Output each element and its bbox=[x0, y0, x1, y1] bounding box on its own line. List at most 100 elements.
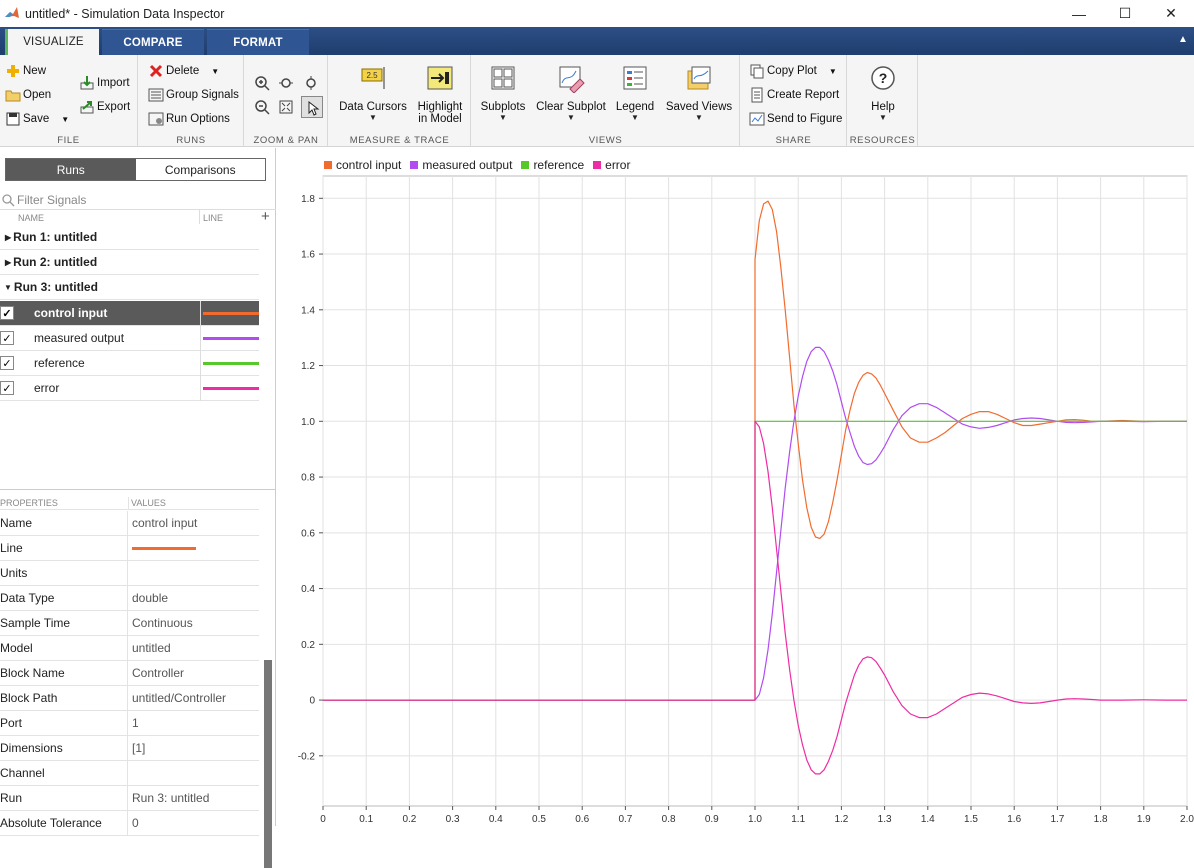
data-cursors-dropdown-icon: ▼ bbox=[369, 113, 377, 122]
property-row-dimensions[interactable]: Dimensions [1] bbox=[0, 735, 259, 761]
properties-scrollbar[interactable] bbox=[264, 660, 272, 868]
runs-comparisons-toggle: Runs Comparisons bbox=[5, 158, 266, 181]
line-swatch[interactable] bbox=[200, 301, 259, 326]
help-button[interactable]: ? Help ▼ bbox=[858, 63, 908, 122]
comparisons-segment[interactable]: Comparisons bbox=[136, 159, 266, 180]
close-button[interactable]: ✕ bbox=[1148, 0, 1194, 27]
highlight-in-model-button[interactable]: Highlight in Model bbox=[415, 63, 465, 125]
line-color-sample bbox=[203, 337, 259, 340]
x-tick-label: 1.5 bbox=[964, 814, 978, 825]
data-cursors-button[interactable]: 2.5 Data Cursors ▼ bbox=[339, 63, 407, 122]
zoom-x-icon[interactable] bbox=[278, 75, 294, 91]
open-button[interactable]: Open bbox=[5, 87, 51, 103]
run-options-icon bbox=[148, 112, 164, 126]
signal-checkbox[interactable]: ✓ bbox=[0, 306, 14, 320]
property-value: untitled/Controller bbox=[132, 691, 227, 705]
property-key: Block Name bbox=[0, 660, 128, 686]
property-row-block-name[interactable]: Block Name Controller bbox=[0, 660, 259, 686]
zoom-in-icon[interactable] bbox=[254, 75, 270, 91]
delete-button[interactable]: Delete ▼ bbox=[148, 63, 219, 79]
collapse-ribbon-icon[interactable]: ▲ bbox=[1178, 35, 1188, 45]
saved-views-button[interactable]: Saved Views ▼ bbox=[664, 63, 734, 122]
property-row-run[interactable]: Run Run 3: untitled bbox=[0, 785, 259, 811]
signal-row-error[interactable]: ✓ error bbox=[0, 376, 259, 401]
import-button[interactable]: Import bbox=[79, 75, 130, 91]
panel-splitter[interactable] bbox=[0, 489, 276, 490]
zoom-out-icon[interactable] bbox=[254, 99, 270, 115]
resources-section: ? Help ▼ RESOURCES bbox=[848, 55, 918, 147]
line-color-sample bbox=[203, 387, 259, 390]
data-cursor-value: 2.5 bbox=[366, 71, 378, 80]
legend-button[interactable]: Legend ▼ bbox=[614, 63, 656, 122]
signal-row-reference[interactable]: ✓ reference bbox=[0, 351, 259, 376]
title-bar: untitled* - Simulation Data Inspector — … bbox=[0, 0, 1194, 27]
line-swatch[interactable] bbox=[200, 376, 259, 401]
signal-checkbox[interactable]: ✓ bbox=[0, 381, 14, 395]
filter-signals-field[interactable]: Filter Signals bbox=[0, 190, 276, 210]
expand-icon[interactable]: ▶ bbox=[5, 258, 11, 267]
maximize-button[interactable]: ☐ bbox=[1102, 0, 1148, 27]
runs-section-label: RUNS bbox=[176, 135, 206, 146]
save-button[interactable]: Save ▼ bbox=[5, 111, 69, 127]
property-row-name[interactable]: Name control input bbox=[0, 510, 259, 536]
send-to-figure-button[interactable]: Send to Figure bbox=[749, 111, 842, 127]
tab-format[interactable]: FORMAT bbox=[207, 29, 309, 55]
signal-checkbox[interactable]: ✓ bbox=[0, 356, 14, 370]
signal-plot[interactable]: 0 0.1 0.2 0.3 0.4 0.5 0.6 0.7 0.8 0.9 1.0 1.1 1.2 1.3… bbox=[282, 148, 1194, 826]
tab-visualize[interactable]: VISUALIZE bbox=[5, 29, 99, 55]
expand-icon[interactable]: ▶ bbox=[5, 233, 11, 242]
measure-trace-section: 2.5 Data Cursors ▼ Highlight in Model ME… bbox=[329, 55, 471, 147]
property-key: Channel bbox=[0, 760, 128, 786]
runs-section: Delete ▼ Group Signals Run Options RUNS bbox=[139, 55, 244, 147]
group-signals-icon bbox=[148, 88, 164, 102]
signal-row-measured-output[interactable]: ✓ measured output bbox=[0, 326, 259, 351]
new-button[interactable]: New bbox=[5, 63, 46, 79]
property-row-data-type[interactable]: Data Type double bbox=[0, 585, 259, 611]
report-icon bbox=[751, 87, 763, 103]
property-key: Line bbox=[0, 535, 128, 561]
y-tick-label: 0.4 bbox=[301, 584, 315, 595]
y-tick-label: 1.0 bbox=[301, 417, 315, 428]
collapse-icon[interactable]: ▼ bbox=[4, 283, 12, 292]
property-key: Port bbox=[0, 710, 128, 736]
minimize-button[interactable]: — bbox=[1056, 0, 1102, 27]
y-tick-label: 1.6 bbox=[301, 250, 315, 261]
y-tick-label: 0.6 bbox=[301, 528, 315, 539]
run-row-1[interactable]: ▶ Run 1: untitled bbox=[0, 225, 259, 250]
line-swatch[interactable] bbox=[200, 351, 259, 376]
y-tick-label: 0.2 bbox=[301, 640, 315, 651]
property-row-line[interactable]: Line bbox=[0, 535, 259, 561]
fit-to-view-icon[interactable] bbox=[278, 99, 294, 115]
property-value: 0 bbox=[132, 816, 139, 830]
export-button[interactable]: Export bbox=[79, 99, 130, 115]
clear-subplot-button[interactable]: Clear Subplot ▼ bbox=[536, 63, 606, 122]
property-row-absolute-tolerance[interactable]: Absolute Tolerance 0 bbox=[0, 810, 259, 836]
subplots-button[interactable]: Subplots ▼ bbox=[480, 63, 526, 122]
property-row-channel[interactable]: Channel bbox=[0, 760, 259, 786]
runs-segment[interactable]: Runs bbox=[6, 159, 136, 180]
zoom-y-icon[interactable] bbox=[303, 75, 319, 91]
run-row-3[interactable]: ▼ Run 3: untitled bbox=[0, 275, 259, 300]
property-row-sample-time[interactable]: Sample Time Continuous bbox=[0, 610, 259, 636]
run-row-2[interactable]: ▶ Run 2: untitled bbox=[0, 250, 259, 275]
group-signals-button[interactable]: Group Signals bbox=[148, 87, 239, 103]
property-row-model[interactable]: Model untitled bbox=[0, 635, 259, 661]
subplots-dropdown-icon: ▼ bbox=[499, 113, 507, 122]
tab-compare[interactable]: COMPARE bbox=[102, 29, 204, 55]
cursor-mode-button[interactable] bbox=[301, 96, 323, 118]
run-options-button[interactable]: Run Options bbox=[148, 111, 230, 127]
property-line-swatch[interactable] bbox=[132, 547, 196, 550]
property-key: Data Type bbox=[0, 585, 128, 611]
add-column-icon[interactable]: + bbox=[261, 208, 270, 225]
line-swatch[interactable] bbox=[200, 326, 259, 351]
x-tick-label: 1.3 bbox=[878, 814, 892, 825]
property-row-units[interactable]: Units bbox=[0, 560, 259, 586]
signal-row-control-input[interactable]: ✓ control input bbox=[0, 301, 259, 326]
create-report-button[interactable]: Create Report bbox=[749, 87, 839, 103]
property-row-block-path[interactable]: Block Path untitled/Controller bbox=[0, 685, 259, 711]
signal-checkbox[interactable]: ✓ bbox=[0, 331, 14, 345]
import-icon bbox=[80, 76, 94, 90]
property-row-port[interactable]: Port 1 bbox=[0, 710, 259, 736]
copy-plot-button[interactable]: Copy Plot ▼ bbox=[749, 63, 837, 79]
saved-views-icon bbox=[687, 66, 711, 90]
